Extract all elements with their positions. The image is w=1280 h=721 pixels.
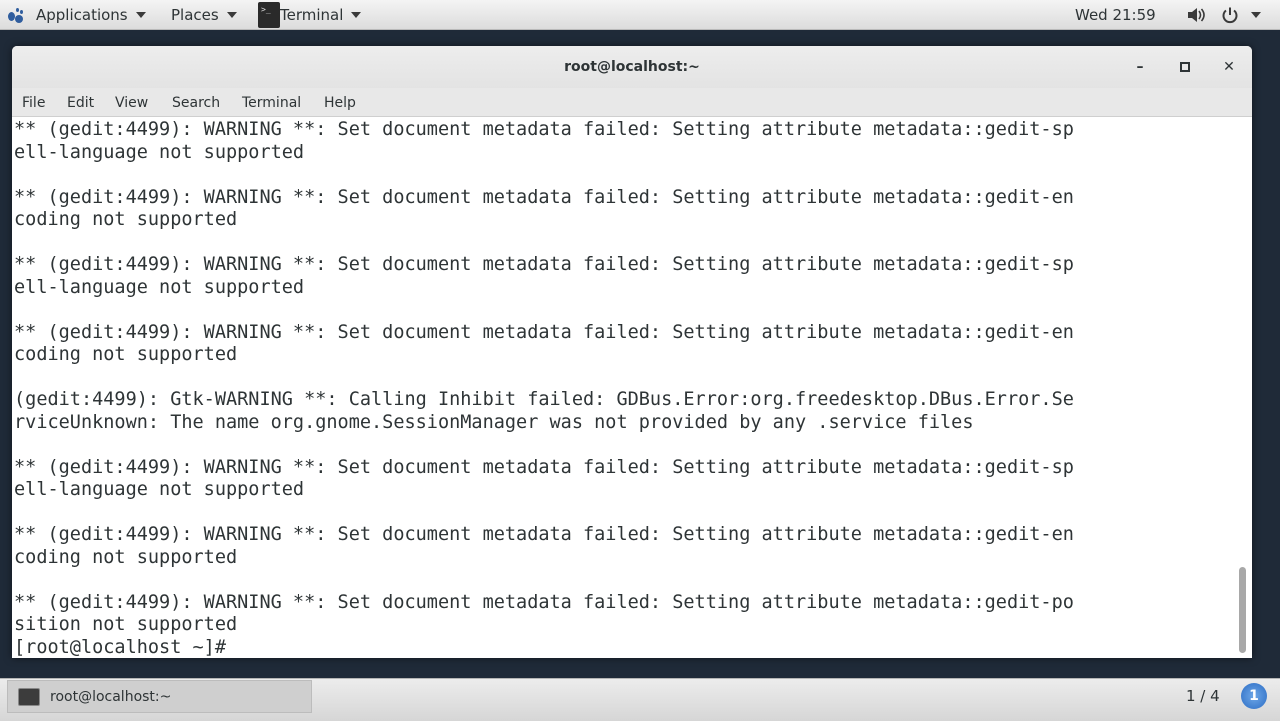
bottom-bar: root@localhost:~ 1 / 4 1 <box>0 678 1280 721</box>
close-icon[interactable]: ✕ <box>1219 57 1239 77</box>
places-label: Places <box>171 5 219 24</box>
maximize-icon[interactable] <box>1175 57 1195 77</box>
volume-icon[interactable] <box>1186 0 1206 29</box>
terminal-icon <box>18 687 40 706</box>
terminal-window: root@localhost:~ – ✕ File Edit View Sear… <box>12 46 1252 658</box>
chevron-down-icon <box>226 11 237 18</box>
taskbar-window-button[interactable]: root@localhost:~ <box>7 680 312 713</box>
window-titlebar[interactable]: root@localhost:~ – ✕ <box>12 46 1252 88</box>
menu-terminal[interactable]: Terminal <box>242 95 301 111</box>
terminal-text: ** (gedit:4499): WARNING **: Set documen… <box>14 119 1074 658</box>
applications-menu[interactable]: Applications <box>8 0 146 29</box>
taskbar-window-label: root@localhost:~ <box>50 688 172 705</box>
menu-help[interactable]: Help <box>324 95 356 111</box>
menu-file[interactable]: File <box>22 95 45 111</box>
top-bar: Applications Places Terminal Wed 21:59 <box>0 0 1280 30</box>
clock-label: Wed 21:59 <box>1075 5 1156 24</box>
chevron-down-icon <box>135 11 146 18</box>
menu-bar: File Edit View Search Terminal Help <box>12 88 1252 117</box>
menu-view[interactable]: View <box>115 95 148 111</box>
terminal-icon <box>258 1 280 28</box>
applications-label: Applications <box>36 5 128 24</box>
menu-search[interactable]: Search <box>172 95 220 111</box>
terminal-app-label: Terminal <box>280 5 344 24</box>
scrollbar-thumb[interactable] <box>1239 567 1246 653</box>
terminal-app-menu[interactable]: Terminal <box>258 0 362 29</box>
system-menu-chevron[interactable] <box>1251 0 1261 29</box>
workspace-indicator[interactable]: 1 / 4 <box>1186 687 1220 705</box>
menu-edit[interactable]: Edit <box>67 95 94 111</box>
places-menu[interactable]: Places <box>171 0 237 29</box>
terminal-output[interactable]: ** (gedit:4499): WARNING **: Set documen… <box>12 117 1236 658</box>
window-title: root@localhost:~ <box>564 59 700 75</box>
power-icon[interactable] <box>1221 0 1239 29</box>
chevron-down-icon <box>351 11 362 18</box>
scrollbar[interactable] <box>1239 117 1247 658</box>
clock[interactable]: Wed 21:59 <box>1075 0 1156 29</box>
chevron-down-icon <box>1251 11 1261 18</box>
minimize-icon[interactable]: – <box>1130 57 1150 77</box>
gnome-foot-icon <box>8 7 26 23</box>
notification-badge[interactable]: 1 <box>1241 683 1267 709</box>
